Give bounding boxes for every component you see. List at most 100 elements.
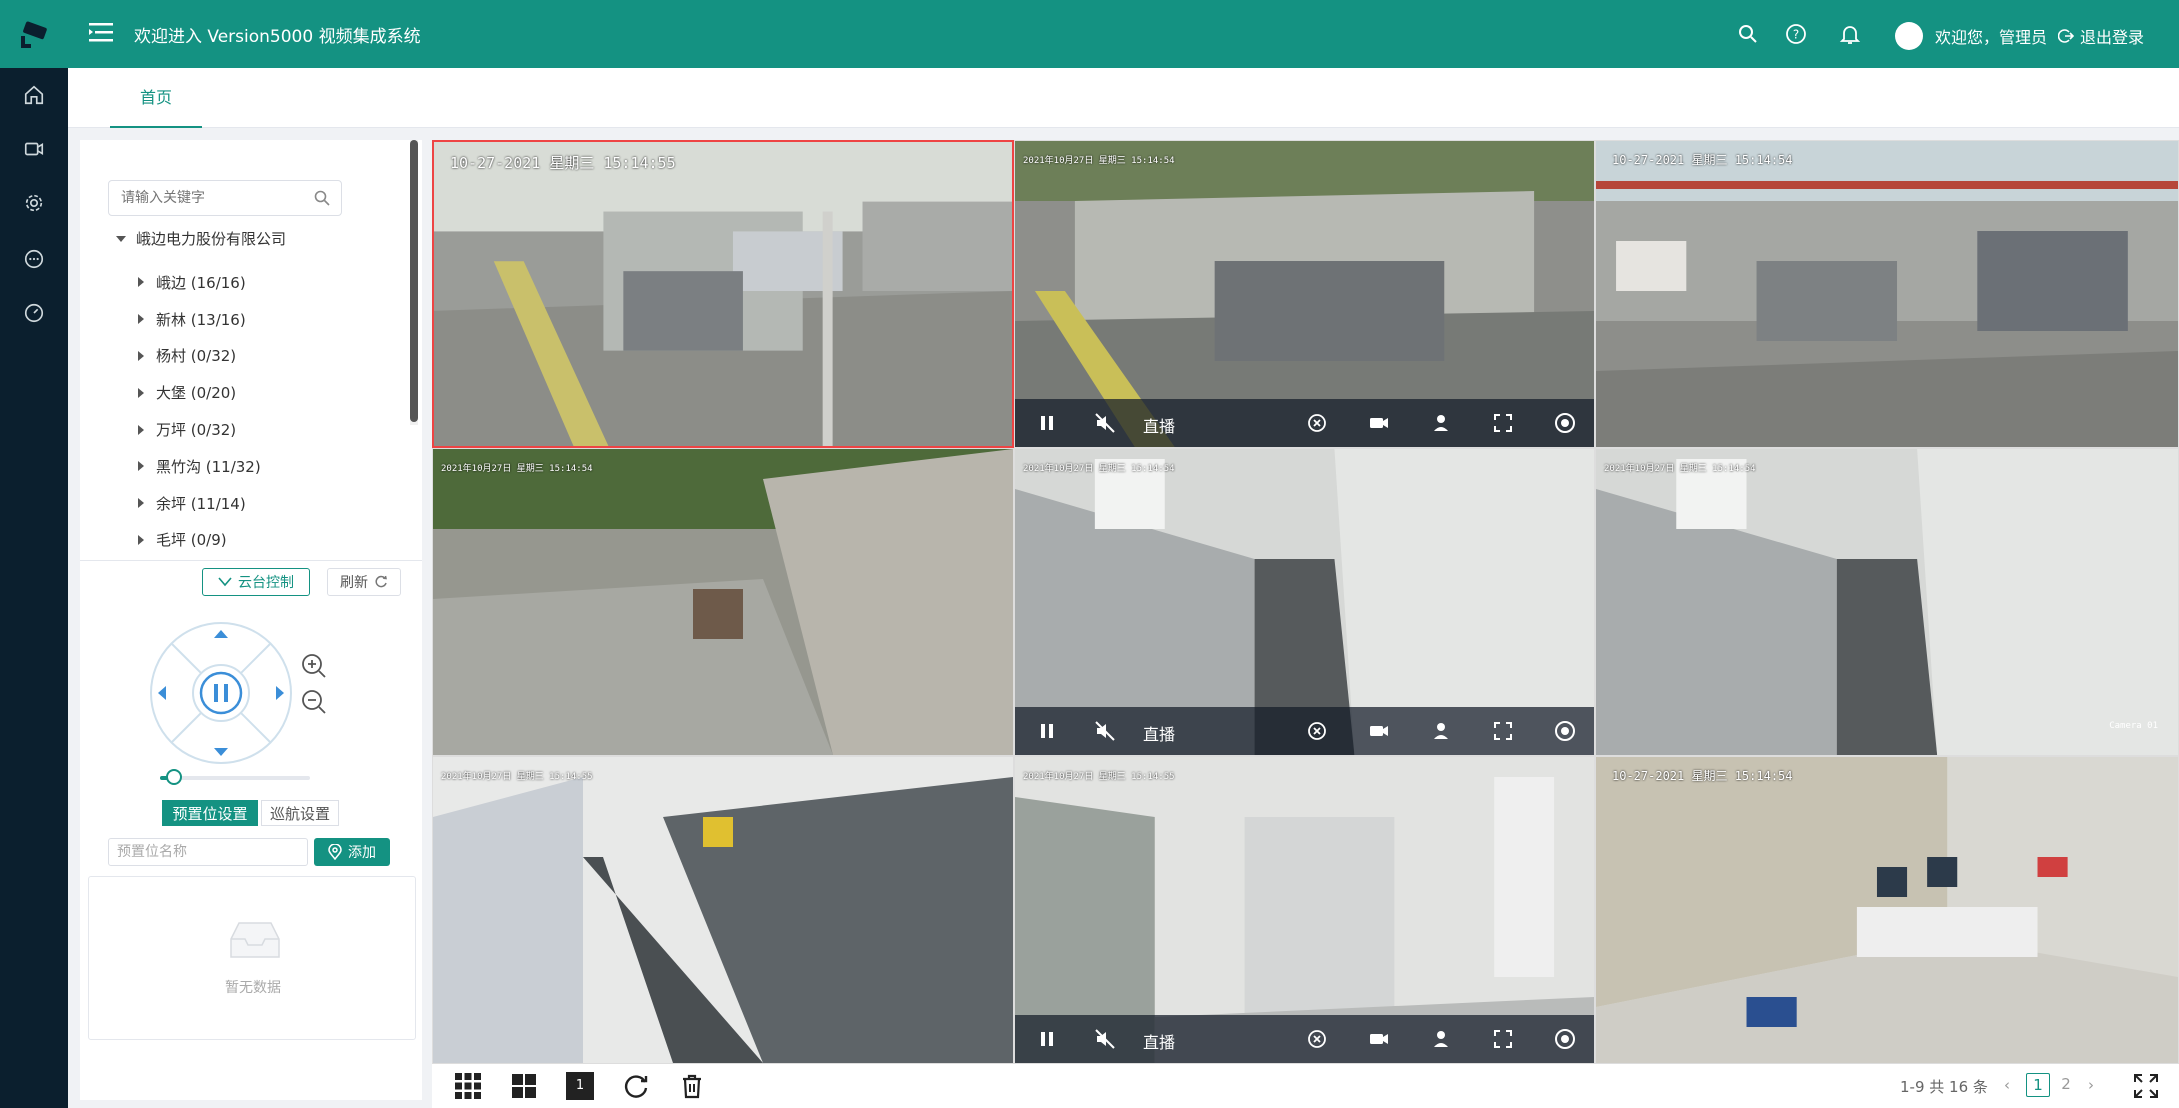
pause-icon[interactable] (1035, 1027, 1059, 1051)
preset-list-empty: 暂无数据 (88, 876, 416, 1040)
avatar[interactable] (1895, 22, 1923, 50)
tree-scrollbar[interactable] (410, 140, 418, 425)
caret-right-icon[interactable] (138, 424, 144, 435)
scrollbar-thumb[interactable] (410, 140, 418, 422)
caret-right-icon[interactable] (138, 534, 144, 545)
logout-button[interactable]: 退出登录 (2058, 24, 2144, 48)
tree-item[interactable]: 黑竹沟 (11/32) (138, 448, 261, 485)
tree-item[interactable]: 余坪 (11/14) (138, 485, 261, 522)
nav-messages[interactable] (0, 232, 68, 286)
caret-right-icon[interactable] (138, 461, 144, 472)
video-cell[interactable]: 2021年10月27日 星期三 15:14:55 (432, 756, 1014, 1064)
record-video-icon[interactable] (1367, 1027, 1391, 1051)
add-preset-button[interactable]: 添加 (314, 838, 390, 866)
mute-icon[interactable] (1093, 719, 1117, 743)
grid-9-layout-icon[interactable] (454, 1072, 482, 1100)
video-cell[interactable]: 10-27-2021 星期三 15:14:54 (1595, 140, 2179, 448)
chevron-down-icon (218, 577, 232, 587)
pager-page-1[interactable]: 1 (2026, 1073, 2050, 1097)
zoom-out-icon[interactable] (300, 688, 328, 716)
tree-item-label: 新林 (13/16) (156, 310, 246, 329)
pause-icon[interactable] (1035, 411, 1059, 435)
mute-icon[interactable] (1093, 1027, 1117, 1051)
video-cell[interactable]: 2021年10月27日 星期三 15:14:54 直播 (1014, 140, 1595, 448)
tab-cruise-settings[interactable]: 巡航设置 (261, 800, 339, 826)
pager-next[interactable]: › (2088, 1076, 2094, 1094)
search-box[interactable] (108, 180, 342, 216)
single-layout-button[interactable]: 1 (566, 1072, 594, 1100)
tree-item[interactable]: 万坪 (0/32) (138, 411, 261, 448)
video-cell[interactable]: 10-27-2021 星期三 15:14:55 (432, 140, 1014, 448)
tree-item[interactable]: 大堡 (0/20) (138, 374, 261, 411)
fullscreen-icon[interactable] (1491, 719, 1515, 743)
pager-page-2[interactable]: 2 (2054, 1073, 2078, 1097)
location-pin-icon (328, 844, 342, 860)
caret-down-icon[interactable] (116, 235, 126, 242)
fullscreen-icon[interactable] (1491, 1027, 1515, 1051)
ptz-direction-pad[interactable] (146, 618, 296, 768)
camera-shutter-icon[interactable] (1553, 1027, 1577, 1051)
record-video-icon[interactable] (1367, 719, 1391, 743)
live-label[interactable]: 直播 (1143, 721, 1175, 745)
caret-right-icon[interactable] (138, 314, 144, 325)
video-cell[interactable]: 2021年10月27日 星期三 15:14:54 Camera 01 (1595, 448, 2179, 756)
caret-right-icon[interactable] (138, 387, 144, 398)
mute-icon[interactable] (1093, 411, 1117, 435)
refresh-icon[interactable] (622, 1072, 650, 1100)
search-icon[interactable] (1736, 22, 1760, 46)
video-cell[interactable]: 2021年10月27日 星期三 15:14:54 (432, 448, 1014, 756)
live-label[interactable]: 直播 (1143, 413, 1175, 437)
fullscreen-icon[interactable] (1491, 411, 1515, 435)
ptz-control-button[interactable]: 云台控制 (202, 568, 310, 596)
video-frame (1596, 757, 2178, 1063)
chat-icon (24, 249, 44, 269)
talk-icon[interactable] (1429, 719, 1453, 743)
talk-icon[interactable] (1429, 411, 1453, 435)
empty-inbox-icon (230, 922, 280, 958)
tree-item[interactable]: 杨村 (0/32) (138, 338, 261, 375)
tab-home[interactable]: 首页 (110, 84, 202, 128)
video-cell[interactable]: 2021年10月27日 星期三 15:14:55 直播 (1014, 756, 1595, 1064)
live-label[interactable]: 直播 (1143, 1029, 1175, 1053)
zoom-in-icon[interactable] (300, 652, 328, 680)
tree-root[interactable]: 峨边电力股份有限公司 (116, 228, 286, 249)
slider-handle[interactable] (166, 769, 182, 785)
help-icon[interactable]: ? (1784, 22, 1808, 46)
video-cell[interactable]: 2021年10月27日 星期三 15:14:54 直播 (1014, 448, 1595, 756)
tree-item[interactable]: 新林 (13/16) (138, 301, 261, 338)
nav-dashboard[interactable] (0, 286, 68, 340)
record-video-icon[interactable] (1367, 411, 1391, 435)
camera-shutter-icon[interactable] (1553, 411, 1577, 435)
refresh-button[interactable]: 刷新 (327, 568, 401, 596)
pager-total: 1-9 共 16 条 (1900, 1078, 1988, 1096)
video-cell[interactable]: 10-27-2021 星期三 15:14:54 (1595, 756, 2179, 1064)
fullscreen-all-icon[interactable] (2132, 1072, 2160, 1100)
welcome-text: 欢迎您，管理员 (1935, 28, 2048, 47)
pause-icon[interactable] (1035, 719, 1059, 743)
tab-preset-settings[interactable]: 预置位设置 (162, 800, 258, 826)
close-circle-icon[interactable] (1305, 1027, 1329, 1051)
search-icon[interactable] (313, 189, 331, 207)
ptz-speed-slider[interactable] (160, 769, 310, 785)
nav-home[interactable] (0, 68, 68, 122)
tree-item[interactable]: 峨边 (16/16) (138, 264, 261, 301)
nav-settings[interactable] (0, 176, 68, 230)
pager-prev[interactable]: ‹ (2004, 1076, 2010, 1094)
video-icon (24, 142, 44, 156)
grid-4-layout-icon[interactable] (510, 1072, 538, 1100)
search-input[interactable] (109, 181, 299, 215)
caret-right-icon[interactable] (138, 498, 144, 509)
close-circle-icon[interactable] (1305, 719, 1329, 743)
tree-item[interactable]: 毛坪 (0/9) (138, 522, 261, 559)
caret-right-icon[interactable] (138, 277, 144, 288)
camera-shutter-icon[interactable] (1553, 719, 1577, 743)
nav-video[interactable] (0, 122, 68, 176)
menu-toggle-icon[interactable] (86, 18, 116, 48)
caret-right-icon[interactable] (138, 350, 144, 361)
talk-icon[interactable] (1429, 1027, 1453, 1051)
close-circle-icon[interactable] (1305, 411, 1329, 435)
bell-icon[interactable] (1838, 22, 1862, 46)
app-logo (0, 0, 68, 68)
trash-icon[interactable] (678, 1072, 706, 1100)
preset-name-input[interactable]: 预置位名称 (108, 838, 308, 866)
